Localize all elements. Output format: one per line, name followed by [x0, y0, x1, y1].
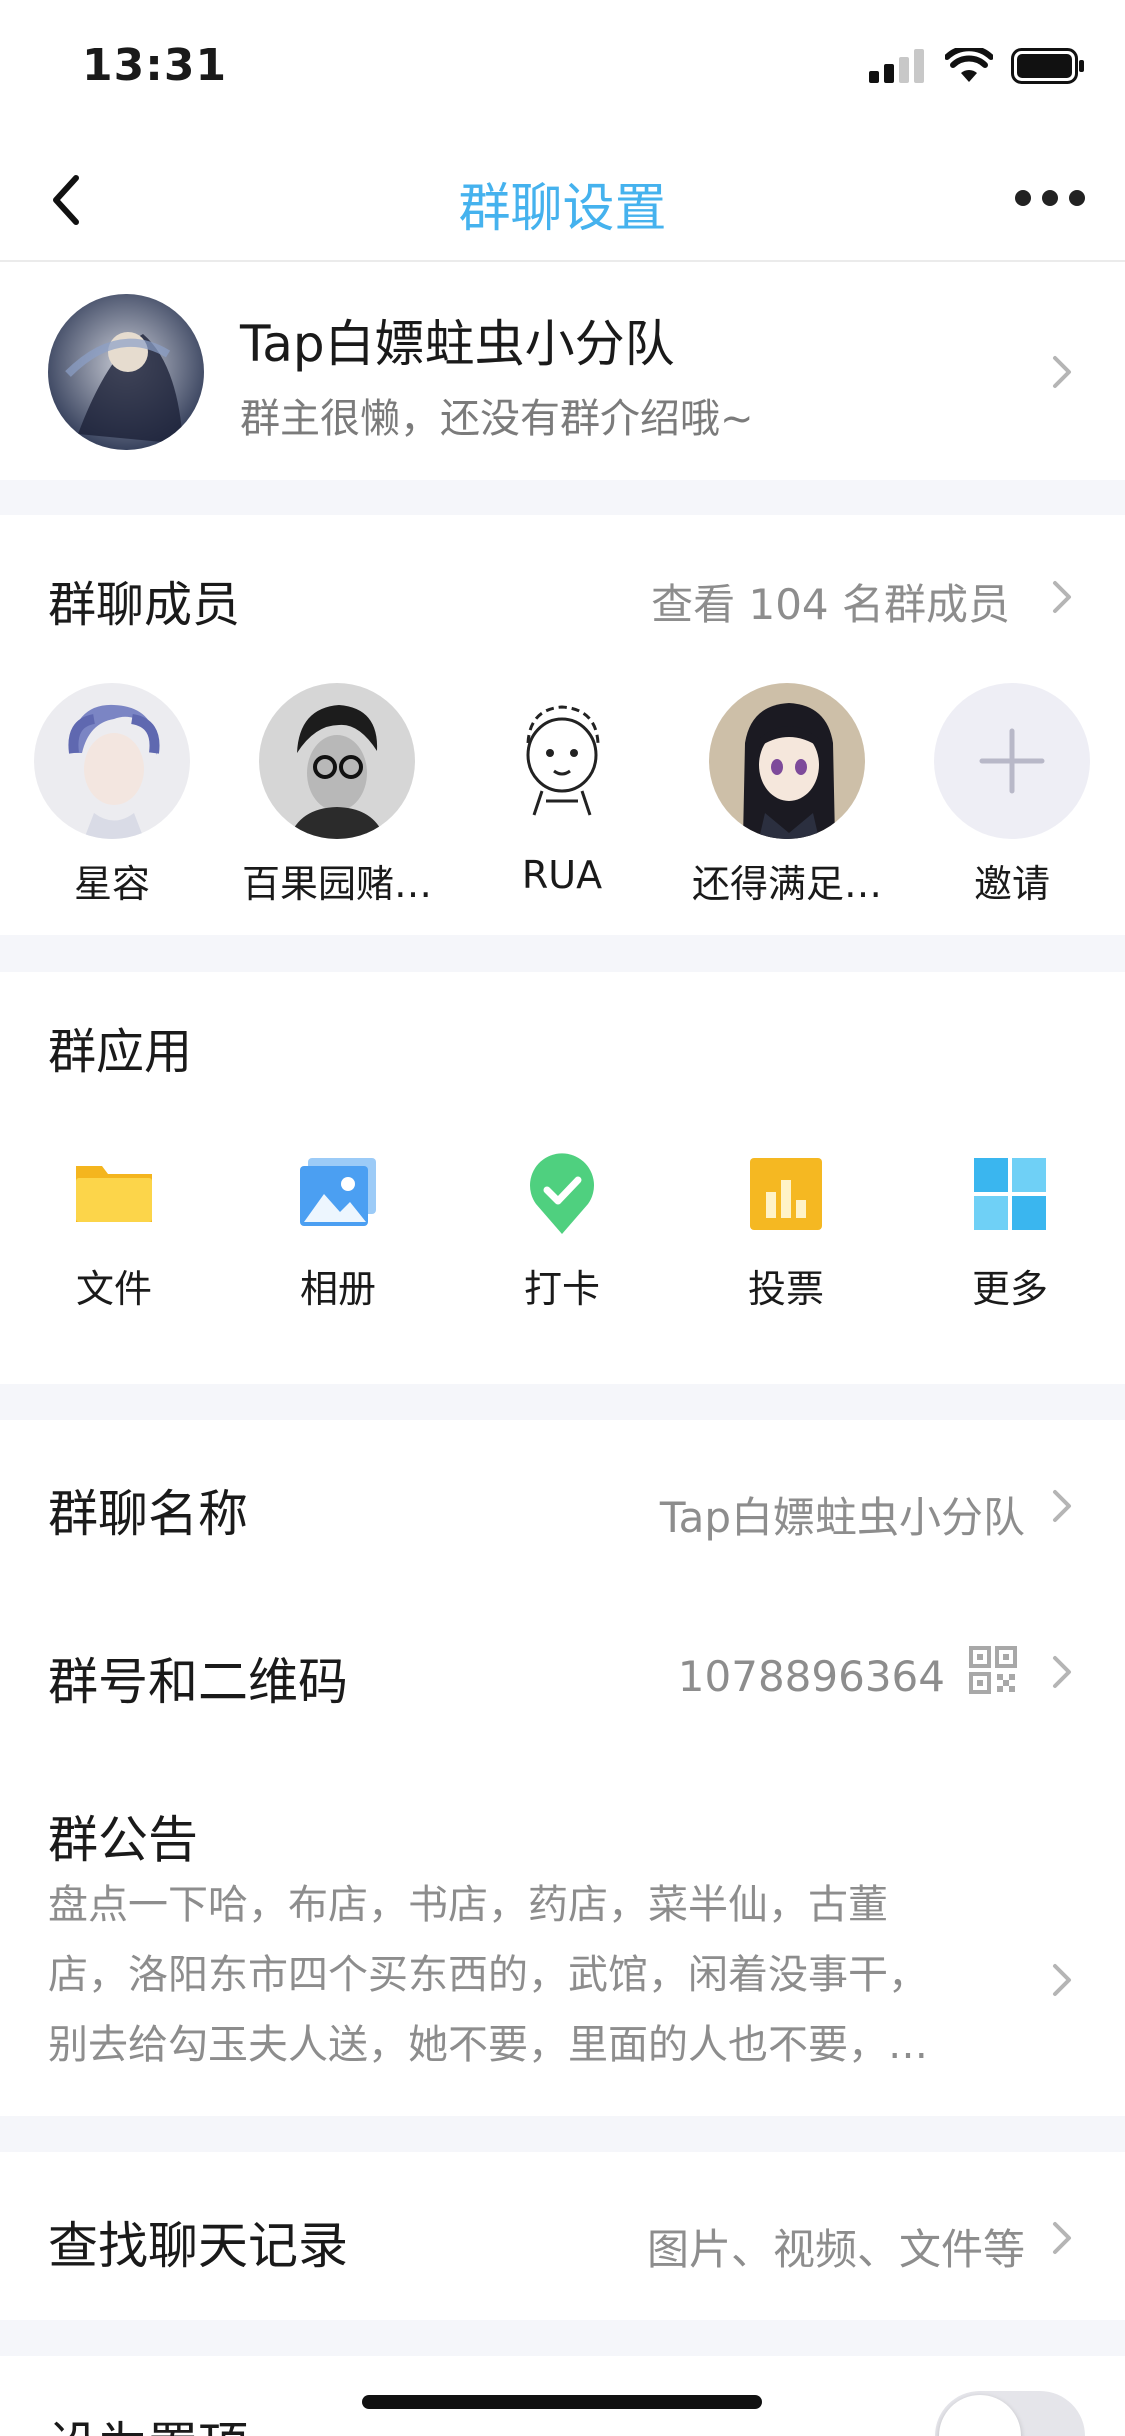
- search-history-label: 查找聊天记录: [48, 2217, 348, 2275]
- view-members-link[interactable]: 查看 104 名群成员: [651, 571, 1010, 632]
- avatar: [709, 683, 865, 839]
- avatar: [484, 683, 640, 839]
- chevron-right-icon: [1053, 356, 1071, 388]
- search-history-row[interactable]: 查找聊天记录 图片、视频、文件等: [0, 2152, 1125, 2320]
- member-name: 还得满足…: [691, 862, 882, 906]
- app-checkin[interactable]: 打卡: [472, 1152, 652, 1313]
- group-header[interactable]: Tap白嫖蛀虫小分队 群主很懒，还没有群介绍哦~: [0, 262, 1125, 480]
- app-more[interactable]: 更多: [920, 1152, 1100, 1313]
- status-time: 13:31: [82, 40, 228, 91]
- qr-code-icon[interactable]: [969, 1646, 1017, 1694]
- grid-icon: [974, 1158, 1046, 1230]
- members-title: 群聊成员: [48, 577, 241, 633]
- chevron-right-icon: [1053, 2222, 1071, 2254]
- member-name: 星容: [73, 862, 150, 906]
- photo-icon: [300, 1158, 376, 1226]
- battery-icon: [1011, 48, 1084, 84]
- notice-line: 盘点一下哈，布店，书店，药店，菜半仙，古董: [48, 1882, 888, 1928]
- pin-label: 设为置顶: [48, 2406, 248, 2436]
- app-album[interactable]: 相册: [248, 1152, 428, 1313]
- group-id-value[interactable]: 1078896364: [678, 1652, 945, 1701]
- page-title: 群聊设置: [458, 179, 667, 239]
- chevron-right-icon[interactable]: [1049, 1486, 1075, 1526]
- checkin-icon: [530, 1153, 594, 1234]
- invite-label: 邀请: [973, 862, 1050, 906]
- app-label: 更多: [971, 1267, 1048, 1311]
- signal-icon: [869, 49, 924, 83]
- avatar: [259, 683, 415, 839]
- app-vote[interactable]: 投票: [696, 1152, 876, 1313]
- settings-section: 群聊名称 Tap白嫖蛀虫小分队 群号和二维码 1078896364 群公告 盘点…: [0, 1420, 1125, 2116]
- app-label: 投票: [747, 1267, 824, 1311]
- status-icons: [869, 48, 1085, 84]
- member-item[interactable]: 还得满足…: [677, 683, 897, 908]
- chevron-right-icon[interactable]: [1049, 577, 1075, 617]
- group-name-label[interactable]: 群聊名称: [48, 1474, 248, 1546]
- member-item[interactable]: RUA: [452, 683, 672, 897]
- app-label: 文件: [75, 1267, 152, 1311]
- invite-button[interactable]: 邀请: [902, 683, 1122, 908]
- vote-icon: [750, 1158, 822, 1230]
- home-indicator: [362, 2395, 762, 2409]
- chevron-right-icon[interactable]: [1049, 1960, 1075, 2000]
- avatar: [34, 683, 190, 839]
- wifi-icon: [945, 48, 993, 82]
- status-bar: 13:31: [0, 0, 1125, 140]
- chevron-right-icon[interactable]: [1049, 1652, 1075, 1692]
- app-label: 打卡: [523, 1267, 600, 1311]
- folder-icon: [76, 1166, 152, 1222]
- member-name: RUA: [521, 853, 603, 897]
- member-item[interactable]: 百果园赌…: [227, 683, 447, 908]
- member-item[interactable]: 星容: [2, 683, 222, 908]
- app-label: 相册: [299, 1267, 376, 1311]
- group-apps-section: 群应用 文件 相册 打卡 投票 更多: [0, 972, 1125, 1384]
- plus-icon: [934, 683, 1090, 839]
- group-name: Tap白嫖蛀虫小分队: [240, 315, 675, 373]
- search-history-hint: 图片、视频、文件等: [646, 2225, 1025, 2274]
- notice-line: 店，洛阳东市四个买东西的，武馆，闲着没事干，: [48, 1952, 928, 1998]
- notice-text[interactable]: 盘点一下哈，布店，书店，药店，菜半仙，古董 店，洛阳东市四个买东西的，武馆，闲着…: [48, 1870, 1008, 2080]
- notice-label[interactable]: 群公告: [48, 1800, 198, 1872]
- members-section: 群聊成员 查看 104 名群成员 星容 百果园赌… RUA 还得满足… 邀请: [0, 515, 1125, 935]
- notice-line: 别去给勾玉夫人送，她不要，里面的人也不要，…: [48, 2022, 928, 2068]
- nav-bar: 群聊设置: [0, 140, 1125, 262]
- group-name-value[interactable]: Tap白嫖蛀虫小分队: [660, 1484, 1025, 1545]
- app-files[interactable]: 文件: [24, 1152, 204, 1313]
- group-avatar[interactable]: [48, 294, 204, 450]
- group-id-label[interactable]: 群号和二维码: [48, 1642, 348, 1714]
- apps-title: 群应用: [48, 1024, 193, 1080]
- member-name: 百果园赌…: [241, 862, 432, 906]
- more-icon[interactable]: [1015, 190, 1085, 206]
- pin-toggle[interactable]: [935, 2391, 1085, 2436]
- group-intro: 群主很懒，还没有群介绍哦~: [240, 396, 754, 442]
